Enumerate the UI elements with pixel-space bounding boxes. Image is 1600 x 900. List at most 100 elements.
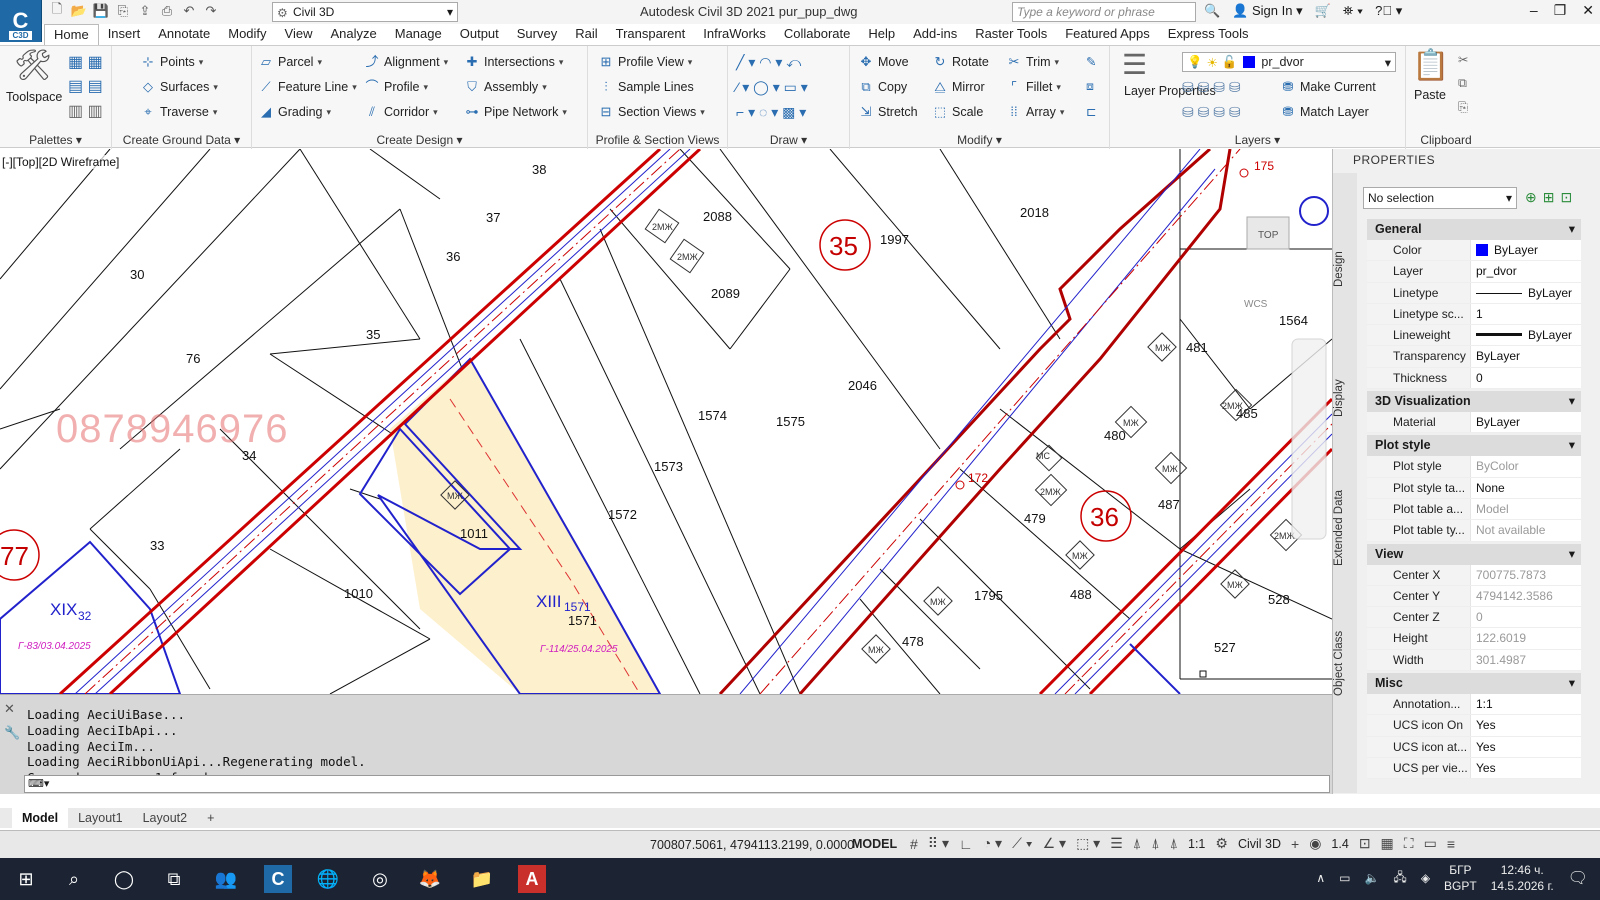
cut-icon[interactable]: ✂ — [1458, 52, 1468, 67]
annotation-visibility-icon[interactable]: ⍋ — [1133, 835, 1141, 852]
traverse-button[interactable]: ⌖ Traverse ▾ — [140, 104, 217, 120]
tab-help[interactable]: Help — [859, 24, 904, 45]
offset-icon[interactable]: ⧈ — [1086, 79, 1094, 94]
cortana-icon[interactable]: ◯ — [110, 865, 138, 893]
property-value[interactable]: 4794142.3586 — [1471, 586, 1581, 606]
intersections-button[interactable]: ✚ Intersections ▾ — [464, 54, 564, 70]
move-button[interactable]: ✥ Move — [858, 54, 909, 70]
property-value[interactable]: 0 — [1471, 368, 1581, 388]
tab-raster-tools[interactable]: Raster Tools — [966, 24, 1056, 45]
section-views-button[interactable]: ⊟ Section Views ▾ — [598, 104, 705, 120]
new-file-icon[interactable]: 🗋 — [48, 1, 66, 20]
volume-icon[interactable]: 🔈 — [1364, 871, 1379, 885]
layer-tools-row2-icon[interactable]: ⛁ ⛁ ⛁ ⛁ — [1182, 104, 1241, 121]
make-current-button[interactable]: ⛃ Make Current — [1280, 79, 1376, 95]
civil3d-taskbar-icon[interactable]: C — [264, 865, 292, 893]
globe-icon[interactable]: 🌐 — [314, 865, 342, 893]
property-row[interactable]: Plot style ByColor — [1367, 456, 1581, 478]
app-logo[interactable]: C C3D — [0, 0, 42, 42]
array-button[interactable]: ⁞⁞ Array ▾ — [1006, 104, 1064, 120]
print-icon[interactable]: ⎙ — [158, 2, 176, 20]
chrome-icon[interactable]: ◎ — [366, 865, 394, 893]
draw-line-icon[interactable]: ╱ ▾ ◠ ▾ ⤺ — [736, 54, 801, 71]
save-as-icon[interactable]: ⎘ — [114, 2, 132, 20]
snap-icon[interactable]: ⠿ ▾ — [928, 835, 949, 852]
zoom-value[interactable]: 1.4 — [1331, 837, 1348, 851]
property-row[interactable]: UCS per vie... Yes — [1367, 757, 1581, 780]
workspace-status[interactable]: Civil 3D — [1238, 837, 1281, 851]
tab-analyze[interactable]: Analyze — [322, 24, 386, 45]
property-row[interactable]: Layer pr_dvor — [1367, 261, 1581, 283]
stretch-button[interactable]: ⇲ Stretch — [858, 104, 918, 120]
restore-icon[interactable]: ❐ — [1554, 2, 1567, 19]
pickadd-icon[interactable]: ⊡ — [1560, 189, 1572, 206]
corridor-button[interactable]: ⫽ Corridor ▾ — [364, 104, 438, 120]
property-row[interactable]: Center X 700775.7873 — [1367, 564, 1581, 586]
tab-manage[interactable]: Manage — [386, 24, 451, 45]
selection-cycling-icon[interactable]: ⬚ ▾ — [1076, 835, 1100, 852]
tab-featured-apps[interactable]: Featured Apps — [1056, 24, 1159, 45]
property-value[interactable]: ByColor — [1471, 456, 1581, 476]
property-row[interactable]: UCS icon On Yes — [1367, 715, 1581, 737]
osnap-icon[interactable]: ⟋ ▾ — [1012, 835, 1033, 852]
rotate-button[interactable]: ↻ Rotate — [932, 54, 989, 70]
firefox-icon[interactable]: 🦊 — [416, 865, 444, 893]
tab-express-tools[interactable]: Express Tools — [1159, 24, 1258, 45]
property-value[interactable]: ByLayer — [1471, 325, 1581, 345]
tab-home[interactable]: Home — [44, 24, 99, 45]
tab-insert[interactable]: Insert — [99, 24, 150, 45]
property-value[interactable]: 1:1 — [1471, 694, 1581, 714]
copy-button[interactable]: ⧉ Copy — [858, 79, 907, 95]
teams-icon[interactable]: 👥 — [212, 865, 240, 893]
selection-dropdown[interactable]: No selection — [1363, 187, 1517, 209]
parcel-xiii-fill[interactable] — [390, 359, 660, 694]
tab-view[interactable]: View — [276, 24, 322, 45]
fillet-button[interactable]: ⌜ Fillet ▾ — [1006, 79, 1061, 95]
search-input[interactable]: Type a keyword or phrase — [1012, 2, 1196, 22]
tab-add-ins[interactable]: Add-ins — [904, 24, 966, 45]
search-icon[interactable]: ⌕ — [60, 865, 88, 893]
property-row[interactable]: Material ByLayer — [1367, 412, 1581, 434]
property-value[interactable]: ByLayer — [1471, 412, 1581, 432]
property-row[interactable]: Linetype ByLayer — [1367, 282, 1581, 304]
clean-screen-icon[interactable]: ⛶ — [1404, 835, 1414, 852]
property-value[interactable]: Yes — [1471, 737, 1581, 757]
trim-button[interactable]: ✂ Trim ▾ — [1006, 54, 1060, 70]
save-icon[interactable]: 💾 — [92, 2, 110, 20]
grading-button[interactable]: ◢ Grading ▾ — [258, 104, 331, 120]
redo-icon[interactable]: ↷ — [202, 2, 220, 20]
plus-icon[interactable]: + — [1291, 836, 1299, 852]
palette-misc-icon[interactable]: ▥ ▥ — [68, 101, 103, 121]
file-explorer-icon[interactable]: 📁 — [468, 865, 496, 893]
fullscreen-icon[interactable]: ▭ — [1424, 835, 1437, 852]
windows-start-icon[interactable]: ⊞ — [12, 865, 40, 893]
vtab-object-class[interactable]: Object Class — [1333, 613, 1357, 713]
property-value[interactable]: 301.4987 — [1471, 650, 1581, 670]
network-icon[interactable]: 🖧 — [1393, 868, 1406, 889]
property-value[interactable]: ByLayer — [1471, 346, 1581, 366]
property-value[interactable]: pr_dvor — [1471, 261, 1581, 281]
tab-output[interactable]: Output — [451, 24, 508, 45]
layer-dropdown[interactable]: 💡 ☀ 🔓 pr_dvor ▾ — [1182, 52, 1396, 72]
mirror-button[interactable]: ⧋ Mirror — [932, 79, 984, 95]
tab-layout1[interactable]: Layout1 — [68, 808, 132, 828]
property-value[interactable]: Yes — [1471, 758, 1581, 778]
tab-annotate[interactable]: Annotate — [149, 24, 219, 45]
help-icon[interactable]: ?⃝ ▾ — [1375, 3, 1402, 19]
assembly-button[interactable]: ⛉ Assembly ▾ — [464, 79, 547, 95]
close-icon[interactable]: ✕ — [1582, 2, 1594, 19]
search-icon[interactable]: 🔍 — [1204, 3, 1220, 19]
customize-menu-icon[interactable]: ≡ — [1447, 836, 1455, 852]
points-button[interactable]: ⊹ Points ▾ — [140, 54, 204, 70]
property-row[interactable]: Thickness 0 — [1367, 367, 1581, 390]
tray-chevron-icon[interactable]: ∧ — [1316, 871, 1325, 885]
property-value[interactable]: 700775.7873 — [1471, 565, 1581, 585]
property-value[interactable]: ByLayer — [1471, 283, 1581, 303]
clock[interactable]: 12:46 ч. 14.5.2026 г. — [1491, 862, 1554, 894]
tab-layout2[interactable]: Layout2 — [133, 808, 197, 828]
property-row[interactable]: Lineweight ByLayer — [1367, 325, 1581, 347]
property-row[interactable]: Center Y 4794142.3586 — [1367, 585, 1581, 608]
property-row[interactable]: Plot table a... Model — [1367, 498, 1581, 521]
property-row[interactable]: Linetype sc... 1 — [1367, 303, 1581, 326]
alignment-button[interactable]: ⤴ Alignment ▾ — [364, 54, 448, 70]
